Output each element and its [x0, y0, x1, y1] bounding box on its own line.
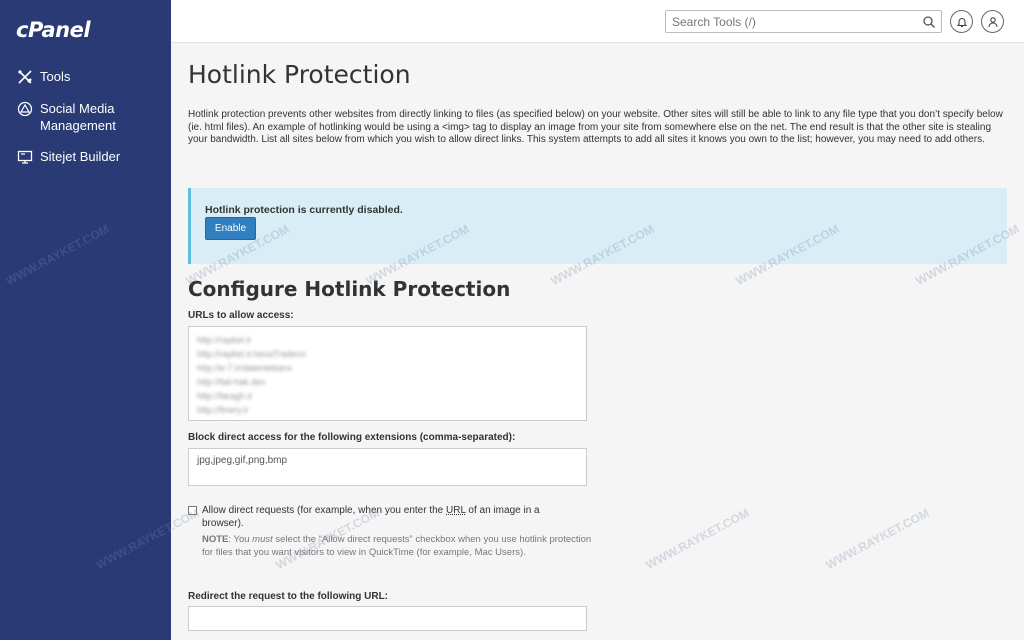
url-line: http://fail-hak.dev [197, 377, 266, 387]
allow-direct-checkbox[interactable] [188, 506, 197, 515]
sidebar-item-label: Sitejet Builder [40, 149, 121, 164]
note-emphasis: must [252, 534, 273, 545]
urls-label: URLs to allow access: [188, 310, 294, 321]
status-alert: Hotlink protection is currently disabled… [188, 188, 1007, 264]
user-menu-button[interactable] [981, 10, 1004, 33]
url-line: http://rayket.ir [197, 335, 252, 345]
search-icon[interactable] [922, 15, 936, 29]
sidebar-item-social-media-management[interactable]: Social Media Management [0, 98, 171, 136]
section-title: Configure Hotlink Protection [188, 277, 511, 301]
note-text: NOTE: You must select the “Allow direct … [202, 534, 594, 559]
sidebar-item-label: Tools [40, 69, 71, 84]
page-title: Hotlink Protection [188, 60, 411, 89]
note-part: : You [228, 534, 253, 545]
note-label: NOTE [202, 534, 229, 545]
page-description: Hotlink protection prevents other websit… [188, 109, 1003, 145]
redirect-label: Redirect the request to the following UR… [188, 591, 389, 602]
extensions-textarea[interactable]: jpg,jpeg,gif,png,bmp [188, 448, 587, 486]
sidebar-nav: Tools Social Media Management Sitejet Bu… [0, 66, 171, 178]
search-box [665, 10, 942, 33]
sidebar-item-sitejet-builder[interactable]: Sitejet Builder [0, 146, 171, 168]
cpanel-logo[interactable]: cPanel [16, 18, 91, 42]
top-bar [171, 0, 1024, 43]
allow-direct-label[interactable]: Allow direct requests (for example, when… [202, 504, 582, 530]
watermark: WWW.RAYKET.COM [823, 505, 932, 573]
sidebar: cPanel Tools Social Media Management Sit… [0, 0, 171, 640]
notifications-button[interactable] [950, 10, 973, 33]
extensions-label: Block direct access for the following ex… [188, 432, 516, 443]
allow-direct-text: Allow direct requests (for example, when… [202, 505, 447, 516]
user-icon [987, 16, 998, 27]
url-line: http://finery.ir [197, 405, 249, 415]
url-abbr: URL [446, 505, 466, 516]
search-input[interactable] [666, 11, 906, 32]
url-line: http://e-7.ir/datentebanx [197, 363, 293, 373]
sidebar-item-tools[interactable]: Tools [0, 66, 171, 88]
status-text: Hotlink protection is currently disabled… [205, 204, 403, 216]
sitejet-icon [16, 148, 34, 166]
redirect-url-input[interactable] [188, 606, 587, 631]
enable-button[interactable]: Enable [205, 217, 256, 240]
bell-icon [956, 17, 967, 27]
url-line: http://rayket.ir.hexaTradeco [197, 349, 306, 359]
social-media-icon [16, 100, 34, 118]
url-line: http://faragh.ir [197, 391, 253, 401]
sidebar-item-label: Social Media Management [40, 101, 116, 133]
watermark: WWW.RAYKET.COM [643, 505, 752, 573]
tools-icon [16, 68, 34, 86]
urls-textarea[interactable]: http://rayket.ir http://rayket.ir.hexaTr… [188, 326, 587, 421]
